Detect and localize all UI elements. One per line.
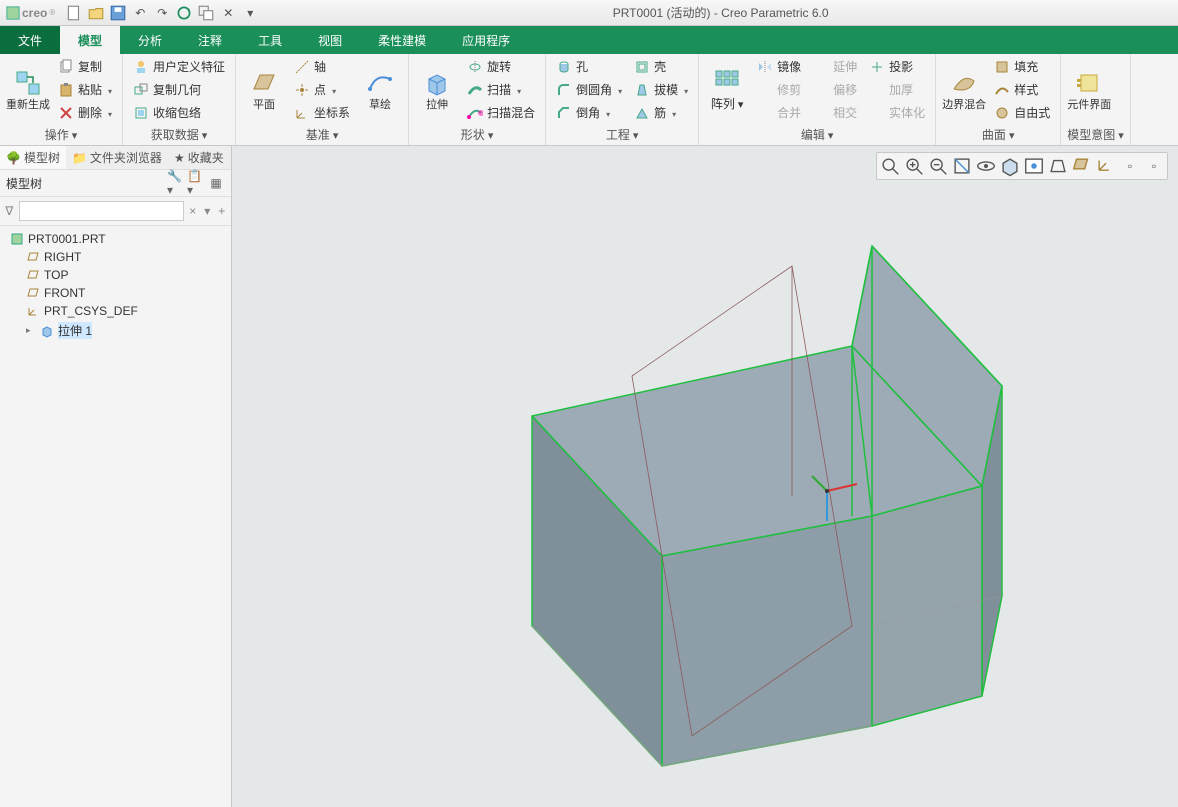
model-tree: PRT0001.PRT RIGHT TOP FRONT PRT_CSYS_DEF… (0, 226, 231, 345)
open-icon[interactable] (87, 4, 105, 22)
solidify-button[interactable]: 实体化 (865, 102, 929, 123)
redo-icon[interactable]: ↷ (153, 4, 171, 22)
tree-filter-input[interactable] (19, 201, 184, 221)
extend-button[interactable]: 延伸 (809, 56, 861, 77)
undo-icon[interactable]: ↶ (131, 4, 149, 22)
delete-button[interactable]: 删除 (54, 102, 116, 123)
tab-model[interactable]: 模型 (60, 26, 120, 54)
sweepblend-button[interactable]: 扫描混合 (463, 102, 539, 123)
tree-tools-icon[interactable]: 🔧▾ (167, 174, 185, 192)
revolve-button[interactable]: 旋转 (463, 56, 539, 77)
tree-item[interactable]: TOP (0, 266, 231, 284)
sweep-button[interactable]: 扫描 (463, 79, 539, 100)
quick-access-toolbar: ↶ ↷ ✕ ▾ (61, 4, 263, 22)
style-button[interactable]: 样式 (990, 79, 1054, 100)
group-intent: 元件界面 模型意图 ▾ (1061, 54, 1131, 145)
rib-button[interactable]: 筋 (630, 102, 692, 123)
shrinkwrap-button[interactable]: 收缩包络 (129, 102, 229, 123)
boundary-button[interactable]: 边界混合 (942, 56, 986, 124)
ribbon-tabs: 文件 模型 分析 注释 工具 视图 柔性建模 应用程序 (0, 26, 1178, 54)
tab-view[interactable]: 视图 (300, 26, 360, 54)
hole-button[interactable]: 孔 (552, 56, 626, 77)
tree-root[interactable]: PRT0001.PRT (0, 230, 231, 248)
merge-button[interactable]: 合并 (753, 102, 805, 123)
document-title: PRT0001 (活动的) - Creo Parametric 6.0 (263, 4, 1178, 21)
plane-icon (26, 250, 40, 264)
ribbon: 重新生成 复制 粘贴 删除 操作 ▾ 用户定义特征 复制几何 收缩包络 获取数据… (0, 54, 1178, 146)
udf-button[interactable]: 用户定义特征 (129, 56, 229, 77)
round-button[interactable]: 倒圆角 (552, 79, 626, 100)
tab-apps[interactable]: 应用程序 (444, 26, 528, 54)
fill-button[interactable]: 填充 (990, 56, 1054, 77)
plane-button[interactable]: 平面 (242, 56, 286, 124)
tree-item[interactable]: PRT_CSYS_DEF (0, 302, 231, 320)
tree-item[interactable]: FRONT (0, 284, 231, 302)
plane-icon (26, 286, 40, 300)
tree-item-selected[interactable]: ▸拉伸 1 (0, 320, 231, 341)
shell-button[interactable]: 壳 (630, 56, 692, 77)
windows-icon[interactable] (197, 4, 215, 22)
intersect-button[interactable]: 相交 (809, 102, 861, 123)
offset-button[interactable]: 偏移 (809, 79, 861, 100)
chamfer-button[interactable]: 倒角 (552, 102, 626, 123)
group-datum: 平面 轴 点 坐标系 草绘 基准 ▾ (236, 54, 409, 145)
part-icon (10, 232, 24, 246)
navigator-panel: 🌳模型树 📁文件夹浏览器 ★收藏夹 模型树 🔧▾ 📋▾ ▦ ∇ × ▾ + PR… (0, 146, 232, 807)
new-icon[interactable] (65, 4, 83, 22)
group-getdata: 用户定义特征 复制几何 收缩包络 获取数据 ▾ (123, 54, 236, 145)
group-surfaces: 边界混合 填充 样式 自由式 曲面 ▾ (936, 54, 1061, 145)
csys-icon (26, 304, 40, 318)
thicken-button[interactable]: 加厚 (865, 79, 929, 100)
qat-more-icon[interactable]: ▾ (241, 4, 259, 22)
group-operations: 重新生成 复制 粘贴 删除 操作 ▾ (0, 54, 123, 145)
nav-tab-modeltree[interactable]: 🌳模型树 (0, 146, 66, 169)
group-shapes: 拉伸 旋转 扫描 扫描混合 形状 ▾ (409, 54, 546, 145)
point-button[interactable]: 点 (290, 79, 354, 100)
filter-add-icon[interactable]: + (217, 204, 228, 218)
tab-annotate[interactable]: 注释 (180, 26, 240, 54)
extrude-icon (40, 324, 54, 338)
project-button[interactable]: 投影 (865, 56, 929, 77)
tab-file[interactable]: 文件 (0, 26, 60, 54)
csys-button[interactable]: 坐标系 (290, 102, 354, 123)
plane-icon (26, 268, 40, 282)
filter-icon[interactable]: ∇ (4, 204, 15, 218)
freestyle-button[interactable]: 自由式 (990, 102, 1054, 123)
sketch-button[interactable]: 草绘 (358, 56, 402, 124)
nav-tab-fav[interactable]: ★收藏夹 (168, 146, 230, 169)
tree-title: 模型树 (6, 175, 165, 192)
regen-icon[interactable] (175, 4, 193, 22)
filter-menu-icon[interactable]: ▾ (202, 204, 213, 218)
tree-settings-icon[interactable]: 📋▾ (187, 174, 205, 192)
model-view (232, 146, 1178, 807)
extrude-button[interactable]: 拉伸 (415, 56, 459, 124)
tree-item[interactable]: RIGHT (0, 248, 231, 266)
copy-button[interactable]: 复制 (54, 56, 116, 77)
axis-button[interactable]: 轴 (290, 56, 354, 77)
main-area: 🌳模型树 📁文件夹浏览器 ★收藏夹 模型树 🔧▾ 📋▾ ▦ ∇ × ▾ + PR… (0, 146, 1178, 807)
close-window-icon[interactable]: ✕ (219, 4, 237, 22)
filter-clear-icon[interactable]: × (188, 204, 199, 218)
mirror-button[interactable]: 镜像 (753, 56, 805, 77)
tab-analysis[interactable]: 分析 (120, 26, 180, 54)
title-bar: creo® ↶ ↷ ✕ ▾ PRT0001 (活动的) - Creo Param… (0, 0, 1178, 26)
tree-show-icon[interactable]: ▦ (207, 174, 225, 192)
paste-button[interactable]: 粘贴 (54, 79, 116, 100)
tab-tools[interactable]: 工具 (240, 26, 300, 54)
nav-tab-folder[interactable]: 📁文件夹浏览器 (66, 146, 168, 169)
save-icon[interactable] (109, 4, 127, 22)
pattern-button[interactable]: 阵列 ▾ (705, 56, 749, 124)
component-interface-button[interactable]: 元件界面 (1067, 56, 1111, 124)
group-edit: 阵列 ▾ 镜像 修剪 合并 延伸 偏移 相交 投影 加厚 实体化 编辑 ▾ (699, 54, 936, 145)
app-logo: creo® (0, 6, 61, 20)
copygeo-button[interactable]: 复制几何 (129, 79, 229, 100)
graphics-area[interactable]: ▫ ▫ (232, 146, 1178, 807)
draft-button[interactable]: 拔模 (630, 79, 692, 100)
tab-flex[interactable]: 柔性建模 (360, 26, 444, 54)
group-engineering: 孔 倒圆角 倒角 壳 拔模 筋 工程 ▾ (546, 54, 699, 145)
regenerate-button[interactable]: 重新生成 (6, 56, 50, 124)
trim-button[interactable]: 修剪 (753, 79, 805, 100)
